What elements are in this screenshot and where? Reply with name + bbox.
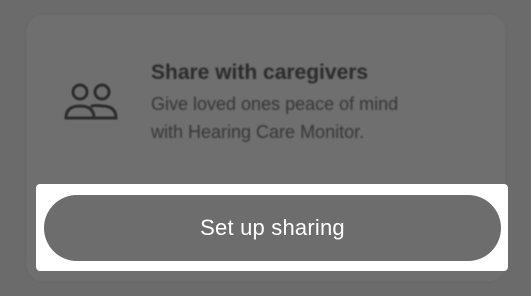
card-title: Share with caregivers bbox=[151, 61, 369, 84]
card-subtitle-line1: Give loved ones peace of mind bbox=[151, 94, 399, 114]
card-subtitle: Give loved ones peace of mind with Heari… bbox=[151, 90, 491, 146]
set-up-sharing-button[interactable]: Set up sharing bbox=[44, 195, 501, 261]
people-icon bbox=[64, 83, 118, 120]
card-text: Share with caregivers Give loved ones pe… bbox=[151, 58, 491, 146]
screen: Share with caregivers Give loved ones pe… bbox=[0, 0, 531, 296]
card-subtitle-line2: with Hearing Care Monitor. bbox=[151, 122, 365, 142]
